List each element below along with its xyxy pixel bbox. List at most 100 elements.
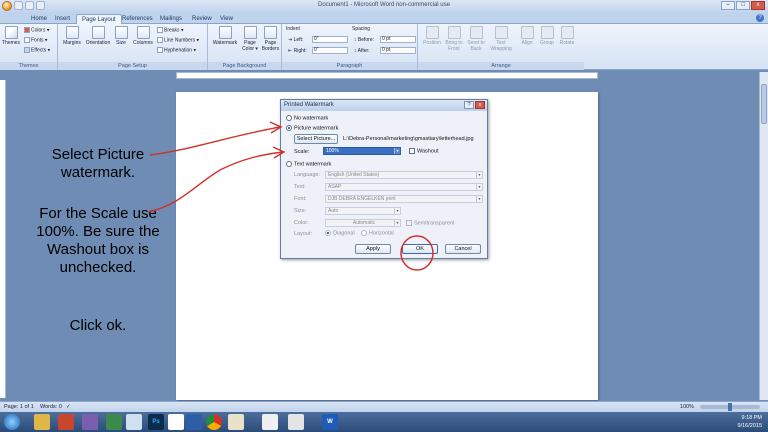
dialog-close-button[interactable]: x (475, 101, 485, 109)
tab-insert[interactable]: Insert (50, 14, 75, 24)
align-button[interactable]: Align (518, 26, 536, 46)
font-select[interactable]: DJB DEBRA ENGELKEN print ▾ (325, 195, 483, 203)
size-icon (114, 26, 128, 39)
language-select[interactable]: English (United States) ▾ (325, 171, 483, 179)
themes-group: Themes Colors ▾ Fonts ▾ Effects ▾ Themes (0, 24, 58, 70)
text-watermark-option[interactable]: Text watermark (286, 161, 331, 167)
vertical-scrollbar[interactable] (759, 72, 768, 400)
page-color-button[interactable]: Page Color ▾ (241, 26, 259, 52)
semitransparent-checkbox[interactable] (406, 220, 412, 226)
scale-select[interactable]: 100% ▾ (323, 147, 401, 155)
horizontal-option[interactable]: Horizontal (361, 230, 394, 236)
taskbar: Ps W 9:18 PM 9/16/2015 (0, 412, 768, 432)
app-icon-1[interactable] (58, 414, 74, 430)
page-count[interactable]: Page: 1 of 1 (4, 404, 34, 410)
tab-home[interactable]: Home (26, 14, 52, 24)
app-icon-3[interactable] (106, 414, 122, 430)
app-icon-6[interactable] (186, 414, 202, 430)
help-icon[interactable]: ? (756, 14, 764, 22)
dialog-title-buttons: ? x (464, 101, 485, 109)
bring-to-front-button[interactable]: Bring to Front (444, 26, 464, 52)
spacing-after-input[interactable]: 0 pt (380, 47, 416, 54)
colors-button[interactable]: Colors ▾ (24, 27, 49, 33)
chevron-down-icon: ▾ (476, 196, 482, 202)
dialog-help-button[interactable]: ? (464, 101, 474, 109)
send-to-back-button[interactable]: Send to Back (466, 26, 486, 52)
line-numbers-button[interactable]: Line Numbers ▾ (157, 37, 199, 43)
size-button[interactable]: Size (113, 26, 129, 46)
rotate-button[interactable]: Rotate (558, 26, 576, 46)
tab-references[interactable]: References (117, 14, 158, 24)
text-watermark-radio[interactable] (286, 161, 292, 167)
washout-checkbox[interactable] (409, 148, 415, 154)
picture-watermark-option[interactable]: Picture watermark (286, 125, 338, 131)
proofing-icon[interactable]: ✓ (66, 404, 71, 410)
word-icon[interactable]: W (322, 414, 338, 430)
vertical-ruler[interactable] (0, 80, 6, 398)
diagonal-option[interactable]: Diagonal (325, 230, 355, 236)
watermark-button[interactable]: Watermark (211, 26, 239, 46)
close-button[interactable]: x (751, 1, 765, 10)
word-count[interactable]: Words: 0 (40, 404, 62, 410)
tab-view[interactable]: View (215, 14, 238, 24)
instruction-scale: For the Scale use 100%. Be sure the Wash… (36, 205, 160, 276)
text-select[interactable]: ASAP ▾ (325, 183, 483, 191)
orientation-button[interactable]: Orientation (84, 26, 112, 46)
group-button[interactable]: Group (538, 26, 556, 46)
hyphenation-button[interactable]: Hyphenation ▾ (157, 47, 196, 53)
minimize-button[interactable]: – (721, 1, 735, 10)
paragraph-group-label: Paragraph (282, 62, 417, 70)
themes-button[interactable]: Themes (2, 26, 20, 46)
chrome-icon[interactable] (206, 414, 222, 430)
scrollbar-thumb[interactable] (761, 84, 767, 124)
page-borders-button[interactable]: Page Borders (261, 26, 280, 52)
apply-button[interactable]: Apply (355, 244, 391, 254)
horizontal-ruler[interactable] (176, 72, 598, 79)
tab-mailings[interactable]: Mailings (155, 14, 187, 24)
app-icon-7[interactable] (228, 414, 244, 430)
ok-button[interactable]: OK (402, 244, 438, 254)
tab-page-layout[interactable]: Page Layout (76, 14, 122, 24)
app-icon-5[interactable] (168, 414, 184, 430)
color-select[interactable]: Automatic ▾ (325, 219, 401, 227)
photoshop-icon[interactable]: Ps (148, 414, 164, 430)
cancel-button[interactable]: Cancel (445, 244, 481, 254)
columns-button[interactable]: Columns (131, 26, 155, 46)
no-watermark-option[interactable]: No watermark (286, 115, 328, 121)
zoom-level[interactable]: 100% (680, 404, 694, 410)
effects-button[interactable]: Effects ▾ (24, 47, 50, 53)
washout-option[interactable]: Washout (409, 148, 439, 154)
position-button[interactable]: Position (422, 26, 442, 46)
breaks-button[interactable]: Breaks ▾ (157, 27, 183, 33)
margins-button[interactable]: Margins (61, 26, 83, 46)
indent-right-input[interactable]: 0" (312, 47, 348, 54)
fonts-button[interactable]: Fonts ▾ (24, 37, 47, 43)
size-select[interactable]: Auto ▾ (325, 207, 401, 215)
window-controls: – □ x (721, 1, 765, 10)
app-icon-8[interactable] (262, 414, 278, 430)
indent-left-input[interactable]: 0" (312, 36, 348, 43)
text-wrapping-button[interactable]: Text Wrapping (488, 26, 514, 52)
app-icon-2[interactable] (82, 414, 98, 430)
picture-watermark-radio[interactable] (286, 125, 292, 131)
zoom-slider[interactable] (700, 403, 760, 411)
instruction-click-ok: Click ok. (69, 317, 127, 334)
select-picture-button[interactable]: Select Picture... (294, 134, 338, 144)
app-icon-4[interactable] (126, 414, 142, 430)
tab-review[interactable]: Review (187, 14, 217, 24)
clock-date: 9/16/2015 (737, 423, 762, 429)
maximize-button[interactable]: □ (736, 1, 750, 10)
file-explorer-icon[interactable] (34, 414, 50, 430)
spacing-before-input[interactable]: 0 pt (380, 36, 416, 43)
color-label: Color: (294, 220, 309, 226)
margins-icon (65, 26, 79, 39)
diagonal-radio[interactable] (325, 230, 331, 236)
semitransparent-option[interactable]: Semitransparent (406, 220, 454, 226)
zoom-slider-knob[interactable] (728, 403, 732, 411)
indent-left-label: ⇥ Left: (288, 37, 304, 43)
start-button-icon[interactable] (4, 414, 20, 430)
system-clock[interactable]: 9:18 PM 9/16/2015 (738, 414, 762, 430)
app-icon-9[interactable] (288, 414, 304, 430)
horizontal-radio[interactable] (361, 230, 367, 236)
no-watermark-radio[interactable] (286, 115, 292, 121)
